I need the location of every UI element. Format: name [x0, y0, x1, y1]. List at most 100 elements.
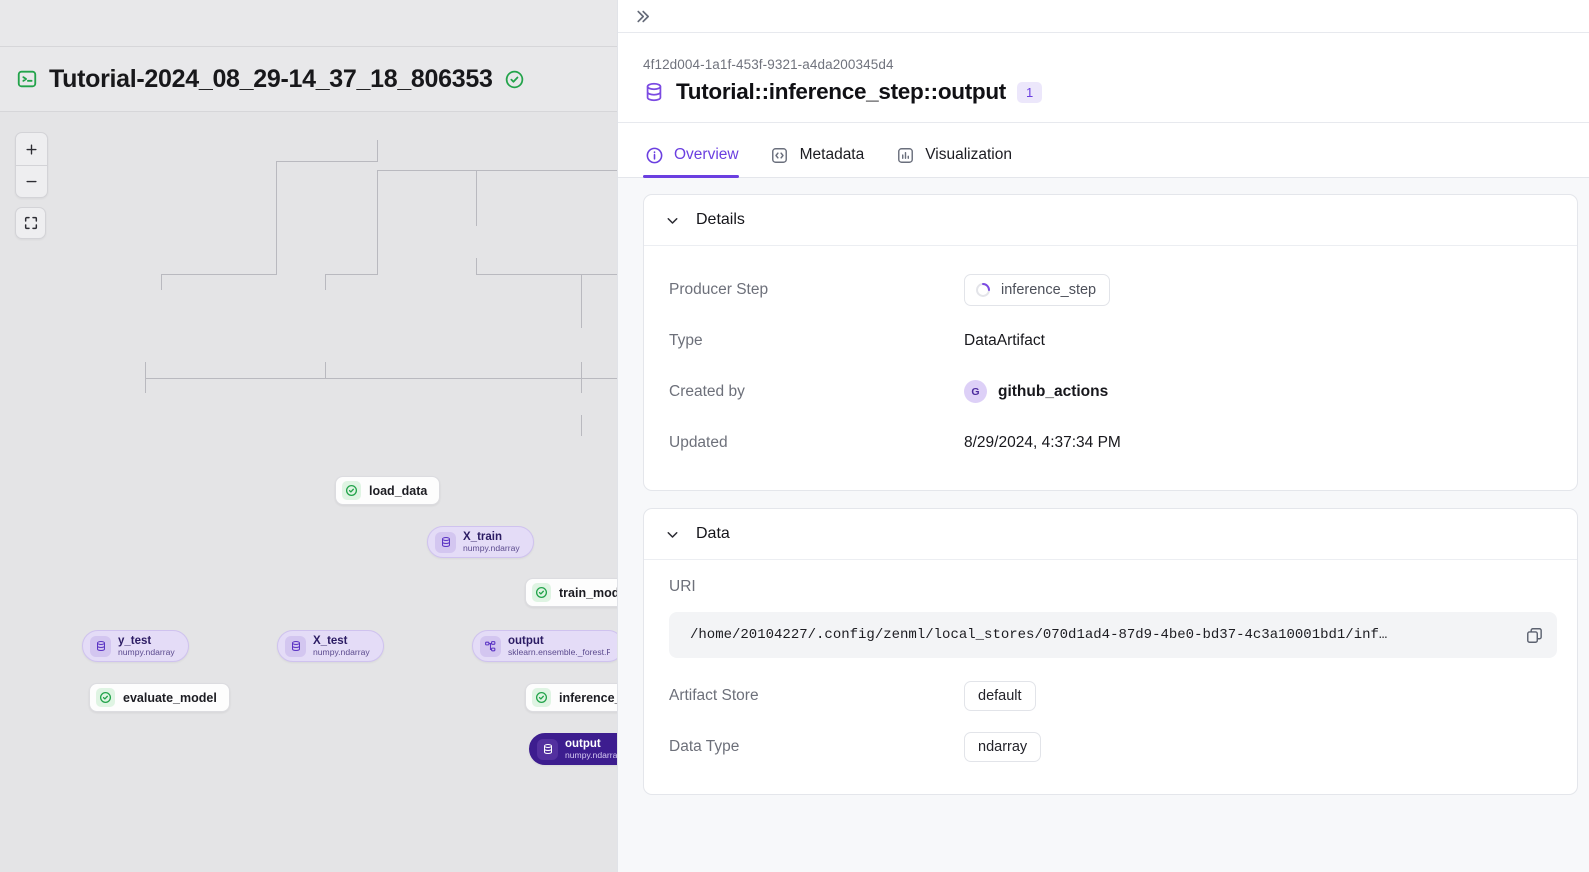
detail-tabs: Overview Metadata Visualization [618, 123, 1589, 178]
dag-canvas-panel: Tutorial-2024_08_29-14_37_18_806353 [0, 0, 617, 872]
check-circle-icon [532, 688, 551, 707]
tab-label: Metadata [800, 146, 865, 164]
chevron-down-icon[interactable] [664, 212, 681, 229]
run-title: Tutorial-2024_08_29-14_37_18_806353 [49, 65, 493, 94]
chevron-down-icon[interactable] [664, 526, 681, 543]
dag-node-x-test[interactable]: X_test numpy.ndarray [277, 630, 384, 662]
edge-trainout-down [581, 362, 582, 378]
tab-label: Visualization [925, 146, 1012, 164]
artifact-title: Tutorial::inference_step::output [676, 79, 1006, 105]
dag-node-y-test[interactable]: y_test numpy.ndarray [82, 630, 189, 662]
dag-node-selected-output[interactable]: output numpy.ndarray [529, 733, 617, 765]
tab-metadata[interactable]: Metadata [769, 144, 865, 177]
dag-node-label: X_test [313, 635, 370, 647]
panel-collapse-row [618, 0, 1589, 33]
dag-node-evaluate-model[interactable]: evaluate_model [89, 683, 230, 712]
run-title-bar: Tutorial-2024_08_29-14_37_18_806353 [0, 47, 617, 112]
row-label: Updated [669, 434, 964, 452]
detail-row-created-by: Created by G github_actions [669, 366, 1557, 417]
edge-loaddata-left [276, 161, 378, 162]
detail-row-updated: Updated 8/29/2024, 4:37:34 PM [669, 417, 1557, 468]
details-card-header[interactable]: Details [644, 195, 1577, 246]
dag-node-label: train_model [559, 586, 617, 600]
tab-visualization[interactable]: Visualization [894, 144, 1012, 177]
artifact-store-tag[interactable]: default [964, 681, 1036, 711]
data-card-header[interactable]: Data [644, 509, 1577, 560]
dag-node-load-data[interactable]: load_data [335, 476, 440, 505]
dag-canvas[interactable]: load_data X_train numpy.ndarray train_mo… [0, 112, 617, 872]
row-label: Artifact Store [669, 687, 964, 705]
edge-xtrain-to-train [476, 274, 617, 275]
dag-node-label: evaluate_model [123, 691, 217, 705]
dag-node-inference-step[interactable]: inference_ste [525, 683, 617, 712]
database-icon [90, 636, 111, 657]
info-circle-icon [643, 144, 665, 166]
row-value: DataArtifact [964, 332, 1045, 350]
dag-node-subtitle: sklearn.ensemble._forest.Rand [508, 648, 610, 657]
dag-node-x-train[interactable]: X_train numpy.ndarray [427, 526, 534, 558]
database-icon [285, 636, 306, 657]
edge-loaddata-right [377, 170, 617, 171]
edge-left-down [276, 161, 277, 274]
double-chevron-right-icon[interactable] [631, 5, 654, 28]
model-icon [480, 636, 501, 657]
data-card: Data URI /home/20104227/.config/zenml/lo… [643, 508, 1578, 795]
dag-node-subtitle: numpy.ndarray [463, 544, 520, 553]
data-card-title: Data [696, 525, 730, 543]
producer-step-chip[interactable]: inference_step [964, 274, 1110, 306]
dag-node-label: inference_ste [559, 691, 617, 705]
panel-header: 4f12d004-1a1f-453f-9321-a4da200345d4 Tut… [618, 33, 1589, 123]
edge-xtest-down [325, 362, 326, 378]
created-by-value: G github_actions [964, 380, 1108, 403]
bar-chart-icon [894, 144, 916, 166]
tab-label: Overview [674, 146, 739, 164]
check-circle-icon [342, 481, 361, 500]
row-label: Producer Step [669, 281, 964, 299]
dag-node-subtitle: numpy.ndarray [313, 648, 370, 657]
row-value: 8/29/2024, 4:37:34 PM [964, 434, 1121, 452]
dag-node-label: output [565, 738, 617, 750]
edge-mid-down [377, 170, 378, 274]
version-badge: 1 [1017, 82, 1042, 103]
dag-node-subtitle: numpy.ndarray [565, 751, 617, 760]
zoom-out-button[interactable] [16, 165, 47, 197]
edge-eval-bus [145, 378, 221, 379]
data-type-tag[interactable]: ndarray [964, 732, 1041, 762]
panel-body: Details Producer Step inferen [618, 178, 1589, 850]
database-icon [643, 81, 665, 103]
check-circle-icon [96, 688, 115, 707]
row-label: Created by [669, 383, 964, 401]
database-icon [537, 739, 558, 760]
created-by-name: github_actions [998, 383, 1108, 401]
left-topbar [0, 0, 617, 47]
edge-infer-stub [581, 378, 582, 393]
edge-eval-stub [145, 378, 146, 393]
uri-field[interactable]: /home/20104227/.config/zenml/local_store… [669, 612, 1557, 658]
edge-loaddata-trunk [377, 140, 378, 161]
terminal-icon [16, 68, 38, 90]
row-label: Type [669, 332, 964, 350]
row-label: Data Type [669, 738, 964, 756]
uri-value: /home/20104227/.config/zenml/local_store… [690, 627, 1517, 643]
dag-node-train-model[interactable]: train_model [525, 578, 617, 607]
producer-step-label: inference_step [1001, 282, 1096, 298]
edge-ytest-stub [161, 274, 162, 290]
tab-overview[interactable]: Overview [643, 144, 739, 177]
detail-row-type: Type DataArtifact [669, 315, 1557, 366]
zoom-in-button[interactable] [16, 133, 47, 165]
edge-infer-to-output [581, 415, 582, 436]
details-card: Details Producer Step inferen [643, 194, 1578, 491]
edge-ytest-to-eval [145, 362, 146, 378]
copy-icon[interactable] [1517, 618, 1551, 652]
data-row-data-type: Data Type ndarray [669, 721, 1557, 772]
fit-view-button[interactable] [15, 207, 46, 239]
artifact-detail-panel: 4f12d004-1a1f-453f-9321-a4da200345d4 Tut… [617, 0, 1589, 872]
edge-left-to-ytest [161, 274, 277, 275]
dag-node-model-output[interactable]: output sklearn.ensemble._forest.Rand [472, 630, 617, 662]
details-card-body: Producer Step inference_step [644, 246, 1577, 490]
dag-node-label: load_data [369, 484, 427, 498]
database-icon [435, 532, 456, 553]
uri-label: URI [669, 578, 1557, 596]
data-row-artifact-store: Artifact Store default [669, 670, 1557, 721]
artifact-title-row: Tutorial::inference_step::output 1 [643, 79, 1589, 105]
